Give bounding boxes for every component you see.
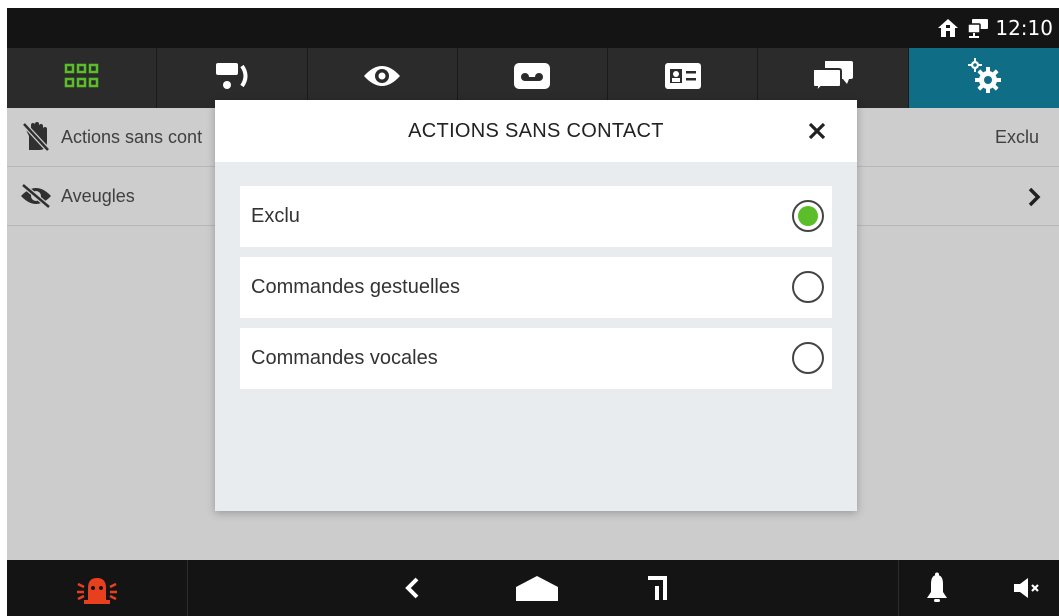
contact-card-icon <box>664 62 702 94</box>
tab-bar <box>7 48 1059 108</box>
home-icon <box>933 8 963 48</box>
recent-icon[interactable] <box>632 560 682 616</box>
eye-icon <box>362 62 402 94</box>
dialog-header: ACTIONS SANS CONTACT <box>215 100 857 162</box>
tab-intercom[interactable] <box>157 48 308 108</box>
option-label: Exclu <box>251 205 300 227</box>
radio-unselected-icon[interactable] <box>792 342 824 374</box>
bell-icon[interactable] <box>917 560 957 616</box>
home-icon[interactable] <box>507 560 567 616</box>
mute-icon[interactable] <box>1002 560 1052 616</box>
option-label: Commandes vocales <box>251 347 438 369</box>
radio-unselected-icon[interactable] <box>792 271 824 303</box>
network-icon <box>965 8 991 48</box>
option-gesture-commands[interactable]: Commandes gestuelles <box>240 257 832 318</box>
tab-voicemail[interactable] <box>458 48 609 108</box>
settings-icon <box>964 56 1004 100</box>
chat-icon <box>811 59 855 97</box>
alarm-icon[interactable] <box>7 560 187 616</box>
status-time: 12:10 <box>995 16 1053 40</box>
close-icon[interactable] <box>801 115 833 147</box>
tab-settings[interactable] <box>908 48 1059 108</box>
touchless-actions-dialog: ACTIONS SANS CONTACT Exclu Commandes ges… <box>215 100 857 511</box>
options-list: Exclu Commandes gestuelles Commandes voc… <box>215 162 857 389</box>
tab-directory[interactable] <box>608 48 759 108</box>
device-screen: 12:10 Actions sans cont Exclu Aveugles A… <box>7 8 1059 616</box>
option-voice-commands[interactable]: Commandes vocales <box>240 328 832 389</box>
tab-home-grid[interactable] <box>7 48 158 108</box>
option-label: Commandes gestuelles <box>251 276 460 298</box>
option-exclu[interactable]: Exclu <box>240 186 832 247</box>
dialog-title: ACTIONS SANS CONTACT <box>408 119 664 142</box>
navigation-bar <box>7 560 1059 616</box>
grid-icon <box>64 63 100 93</box>
tab-camera[interactable] <box>308 48 458 108</box>
tab-messages[interactable] <box>758 48 909 108</box>
status-bar: 12:10 <box>7 8 1059 48</box>
intercom-icon <box>212 60 252 96</box>
radio-selected-icon[interactable] <box>792 200 824 232</box>
voicemail-icon <box>513 62 551 94</box>
back-icon[interactable] <box>387 560 437 616</box>
